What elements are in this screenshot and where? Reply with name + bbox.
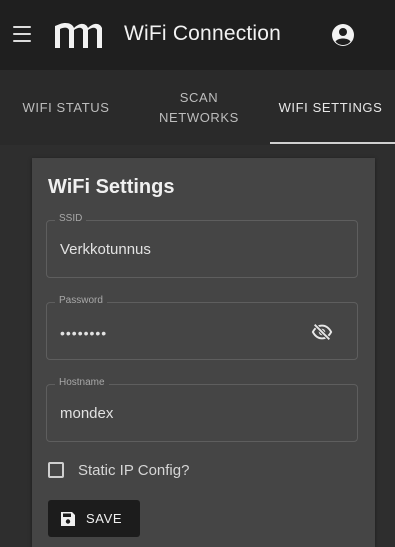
tab-wifi-settings[interactable]: WIFI SETTINGS [266, 70, 395, 145]
active-tab-indicator [270, 142, 395, 144]
hostname-label: Hostname [55, 377, 109, 388]
static-ip-row: Static IP Config? [48, 459, 189, 481]
static-ip-label[interactable]: Static IP Config? [78, 462, 189, 479]
save-button[interactable]: SAVE [48, 500, 140, 537]
hostname-field[interactable]: Hostname [46, 377, 358, 442]
static-ip-checkbox[interactable] [48, 462, 64, 478]
logo-icon [55, 23, 102, 48]
ssid-label: SSID [55, 213, 87, 224]
tab-bar: WIFI STATUS SCAN NETWORKS WIFI SETTINGS [0, 70, 395, 145]
hamburger-menu-icon[interactable] [10, 22, 34, 46]
wifi-settings-card: WiFi Settings SSID Password •••••••• Hos… [32, 158, 375, 547]
tab-scan-networks-label: SCAN NETWORKS [159, 89, 239, 125]
hostname-input[interactable] [60, 405, 300, 422]
ssid-field[interactable]: SSID [46, 213, 358, 278]
app-bar: WiFi Connection [0, 0, 395, 70]
app-root: WiFi Connection WIFI STATUS SCAN NETWORK… [0, 0, 395, 547]
card-title: WiFi Settings [48, 176, 175, 198]
account-circle-icon[interactable] [330, 22, 356, 48]
save-icon [61, 511, 75, 526]
visibility-off-icon[interactable] [311, 321, 333, 343]
password-input[interactable]: •••••••• [60, 325, 300, 341]
app-title: WiFi Connection [124, 22, 282, 45]
password-field[interactable]: Password •••••••• [46, 295, 358, 360]
tab-wifi-status[interactable]: WIFI STATUS [0, 70, 132, 145]
password-label: Password [55, 295, 107, 306]
tab-scan-networks[interactable]: SCAN NETWORKS [132, 70, 266, 145]
ssid-input[interactable] [60, 241, 300, 258]
save-button-label: SAVE [86, 511, 123, 526]
